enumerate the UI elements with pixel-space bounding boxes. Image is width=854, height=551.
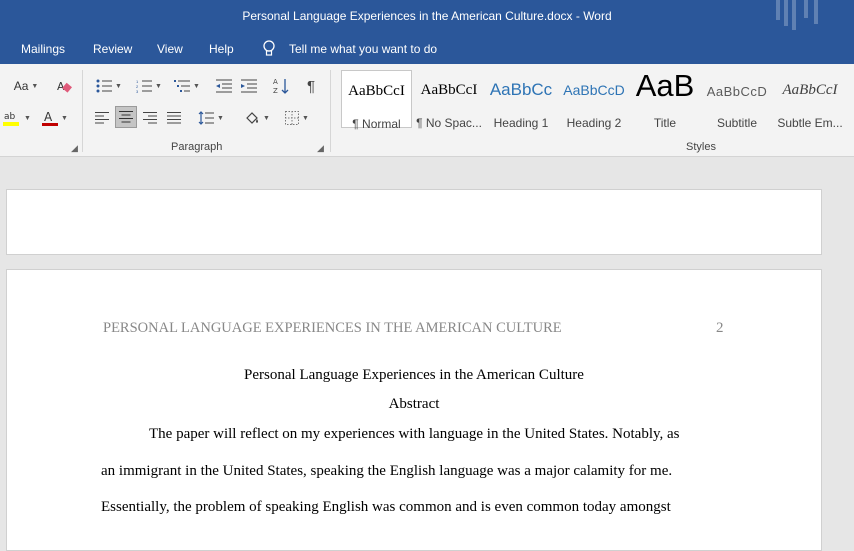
tab-view[interactable]: View xyxy=(157,42,183,56)
decrease-indent-icon xyxy=(216,79,232,93)
style-heading-1[interactable]: AaBbCc Heading 1 xyxy=(487,70,555,130)
show-hide-marks-button[interactable]: ¶ xyxy=(301,76,321,96)
svg-text:3: 3 xyxy=(136,89,139,93)
group-divider xyxy=(330,70,331,152)
styles-group-label: Styles xyxy=(686,141,716,153)
align-right-button[interactable] xyxy=(140,108,160,128)
paint-bucket-icon xyxy=(246,112,259,124)
style-sample: AaBbCcI xyxy=(782,82,838,98)
tell-me-search[interactable]: Tell me what you want to do xyxy=(289,42,437,56)
page-1-bottom[interactable] xyxy=(6,189,822,255)
style-sample: AaB xyxy=(635,68,695,103)
tab-review[interactable]: Review xyxy=(93,42,132,56)
font-dialog-launcher[interactable]: ◢ xyxy=(71,143,78,154)
increase-indent-icon xyxy=(241,79,257,93)
align-left-icon xyxy=(95,112,109,124)
style-name: Subtle Em... xyxy=(777,116,843,130)
style-sample: AaBbCcD xyxy=(706,84,768,99)
style-sample: AaBbCcI xyxy=(420,82,478,98)
group-divider xyxy=(82,70,83,152)
align-right-icon xyxy=(143,112,157,124)
align-center-icon xyxy=(119,111,133,123)
body-line: Essentially, the problem of speaking Eng… xyxy=(101,499,671,515)
pilcrow-icon: ¶ xyxy=(306,77,316,95)
page-number: 2 xyxy=(716,320,724,336)
document-workspace[interactable]: PERSONAL LANGUAGE EXPERIENCES IN THE AME… xyxy=(0,157,854,551)
borders-icon xyxy=(285,111,300,125)
paragraph-group-label: Paragraph xyxy=(171,141,223,153)
align-center-button[interactable] xyxy=(115,106,137,128)
style-sample: AaBbCcI xyxy=(348,83,405,99)
font-color-button[interactable]: A ▼ xyxy=(38,108,72,128)
ribbon-tabs: Mailings Review View Help Tell me what y… xyxy=(0,34,854,64)
numbering-icon: 123 xyxy=(136,79,153,93)
line-spacing-button[interactable]: ▼ xyxy=(194,108,228,128)
eraser-icon: A xyxy=(57,80,72,93)
style-sample: AaBbCcD xyxy=(563,82,625,98)
change-case-label: Aa xyxy=(13,79,29,93)
svg-text:A: A xyxy=(273,78,278,86)
justify-button[interactable] xyxy=(164,108,184,128)
running-head: PERSONAL LANGUAGE EXPERIENCES IN THE AME… xyxy=(103,320,562,336)
style-name: ¶ No Spac... xyxy=(416,116,482,130)
clear-formatting-button[interactable]: A xyxy=(54,76,74,96)
align-left-button[interactable] xyxy=(92,108,112,128)
style-name: Heading 2 xyxy=(566,116,622,130)
change-case-button[interactable]: Aa ▼ xyxy=(8,76,44,96)
ribbon: Aa ▼ A ab ▼ A ▼ ◢ ▼ 123 ▼ ▼ A Z ¶ ▼ ▼ ▼ … xyxy=(0,64,854,157)
paragraph-dialog-launcher[interactable]: ◢ xyxy=(317,143,324,154)
bullets-button[interactable]: ▼ xyxy=(92,76,126,96)
increase-indent-button[interactable] xyxy=(239,76,259,96)
style-name: Subtitle xyxy=(716,116,758,130)
style-no-spacing[interactable]: AaBbCcI ¶ No Spac... xyxy=(414,70,484,130)
justify-icon xyxy=(167,112,181,124)
svg-text:ab: ab xyxy=(4,112,16,122)
line-spacing-icon xyxy=(198,111,215,125)
svg-text:Z: Z xyxy=(273,87,278,95)
style-sample: AaBbCc xyxy=(489,80,553,99)
style-title[interactable]: AaB Title xyxy=(631,68,699,130)
sort-button[interactable]: AZ xyxy=(271,76,291,96)
tab-help[interactable]: Help xyxy=(209,42,234,56)
shading-button[interactable]: ▼ xyxy=(240,108,274,128)
body-line: The paper will reflect on my experiences… xyxy=(149,426,680,442)
sort-icon: AZ xyxy=(273,78,289,95)
body-line: an immigrant in the United States, speak… xyxy=(101,463,673,479)
multilevel-list-button[interactable]: ▼ xyxy=(170,76,204,96)
style-name: Title xyxy=(653,116,677,130)
borders-button[interactable]: ▼ xyxy=(280,108,314,128)
window-title: Personal Language Experiences in the Ame… xyxy=(242,9,612,23)
multilevel-list-icon xyxy=(174,80,191,92)
style-name: Heading 1 xyxy=(493,116,549,130)
styles-gallery: AaBbCcI ¶ Normal AaBbCcI ¶ No Spac... Aa… xyxy=(340,68,854,131)
lightbulb-icon xyxy=(263,40,275,56)
abstract-heading: Abstract xyxy=(388,396,440,412)
svg-text:A: A xyxy=(44,110,53,124)
numbering-button[interactable]: 123 ▼ xyxy=(132,76,166,96)
title-bar-decoration xyxy=(776,0,818,30)
font-color-icon: A xyxy=(42,110,59,126)
highlighter-icon: ab xyxy=(3,112,20,126)
highlight-color-button[interactable]: ab ▼ xyxy=(2,108,32,128)
title-bar: Personal Language Experiences in the Ame… xyxy=(0,0,854,34)
style-name: ¶ Normal xyxy=(352,117,401,131)
decrease-indent-button[interactable] xyxy=(214,76,234,96)
bullets-icon xyxy=(96,79,113,93)
style-heading-2[interactable]: AaBbCcD Heading 2 xyxy=(560,70,628,130)
document-title: Personal Language Experiences in the Ame… xyxy=(244,367,584,383)
page-2[interactable]: PERSONAL LANGUAGE EXPERIENCES IN THE AME… xyxy=(6,269,822,551)
tab-mailings[interactable]: Mailings xyxy=(21,42,65,56)
style-subtitle[interactable]: AaBbCcD Subtitle xyxy=(702,70,772,130)
style-normal[interactable]: AaBbCcI ¶ Normal xyxy=(341,70,412,131)
style-subtle-emphasis[interactable]: AaBbCcI Subtle Em... xyxy=(775,70,845,130)
